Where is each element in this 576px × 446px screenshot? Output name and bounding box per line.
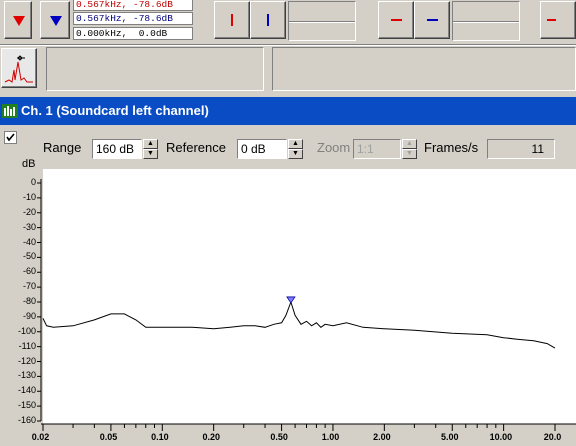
red-cursor-button[interactable] [214,1,250,39]
spectrum-view-button[interactable] [1,48,37,88]
y-tick-label: -160 [17,415,36,425]
spectrum-icon [4,55,33,83]
plot-area[interactable] [43,169,576,424]
y-tick-label: -110 [18,340,36,351]
reference-label: Reference [166,140,226,155]
level-gauge-1 [288,1,356,41]
y-tick-label: -120 [17,355,36,366]
marker-down-button[interactable] [4,1,32,39]
x-tick-label: 1.00 [321,432,340,442]
zoom-label: Zoom [317,140,351,155]
x-tick-label: 2.00 [373,432,391,442]
window-icon [2,104,18,118]
y-tick-label: -100 [17,325,36,336]
y-tick-label: -80 [22,296,36,306]
x-tick-label: 0.20 [202,432,220,442]
level-gauge-2 [452,1,520,41]
zoom-field[interactable]: 1:1 [353,139,401,159]
readout-marker-1: 0.567kHz, -78.6dB [73,0,193,11]
checkmark-icon [6,133,15,142]
y-tick-label: 0 [30,177,36,187]
x-tick-label: 0.05 [99,432,118,442]
marker-select-button[interactable] [40,1,70,39]
red-bar-icon [231,14,233,26]
reference-field[interactable]: 0 dB [237,139,287,159]
blue-cursor-button[interactable] [250,1,286,39]
y-tick-label: -70 [22,281,36,292]
y-tick-label: -30 [22,221,36,232]
blue-minus-button[interactable] [414,1,450,39]
x-tick-label: 10.00 [489,432,513,442]
red-minus-icon [547,19,556,21]
blue-down-triangle-icon [50,16,62,26]
x-tick-label: 0.02 [31,432,50,442]
y-tick-label: -140 [17,385,36,396]
range-spinner[interactable]: ▲ ▼ [143,139,158,159]
blue-minus-icon [427,19,438,21]
frames-label: Frames/s [424,140,479,155]
reference-spinner[interactable]: ▲ ▼ [288,139,303,159]
readout-marker-2: 0.567kHz, -78.6dB [73,12,193,25]
toolbar-panel-2 [272,47,576,91]
toolbar-panel-1 [46,47,264,91]
red-minus-icon [391,19,402,21]
x-tick-label: 5.00 [441,432,459,442]
range-field[interactable]: 160 dB [92,139,142,159]
red-down-triangle-icon [13,16,25,26]
enable-checkbox[interactable] [4,131,17,144]
readout-delta: 0.000kHz, 0.0dB [73,27,193,40]
frames-field: 11 [487,139,555,159]
toolbar-divider [0,44,576,46]
y-tick-label: -50 [22,251,36,262]
blue-bar-icon [267,14,269,26]
child-window-titlebar[interactable]: Ch. 1 (Soundcard left channel) [0,97,576,125]
window-title: Ch. 1 (Soundcard left channel) [21,103,209,118]
y-tick-label: -40 [22,236,36,247]
x-tick-label: 20.0 [543,432,562,442]
range-label: Range [43,140,82,155]
red-minus-button[interactable] [378,1,414,39]
red-extra-button[interactable] [540,1,576,39]
y-axis-label: dB [22,158,36,170]
y-tick-label: -60 [22,266,36,277]
x-tick-label: 0.10 [151,432,169,442]
y-tick-label: -90 [22,310,36,321]
y-tick-label: -10 [22,191,36,202]
y-tick-label: -150 [17,400,36,411]
x-tick-label: 0.50 [270,432,288,442]
y-tick-label: -130 [17,370,36,381]
zoom-spinner[interactable]: ▲ ▼ [402,139,417,159]
y-tick-label: -20 [22,206,36,217]
